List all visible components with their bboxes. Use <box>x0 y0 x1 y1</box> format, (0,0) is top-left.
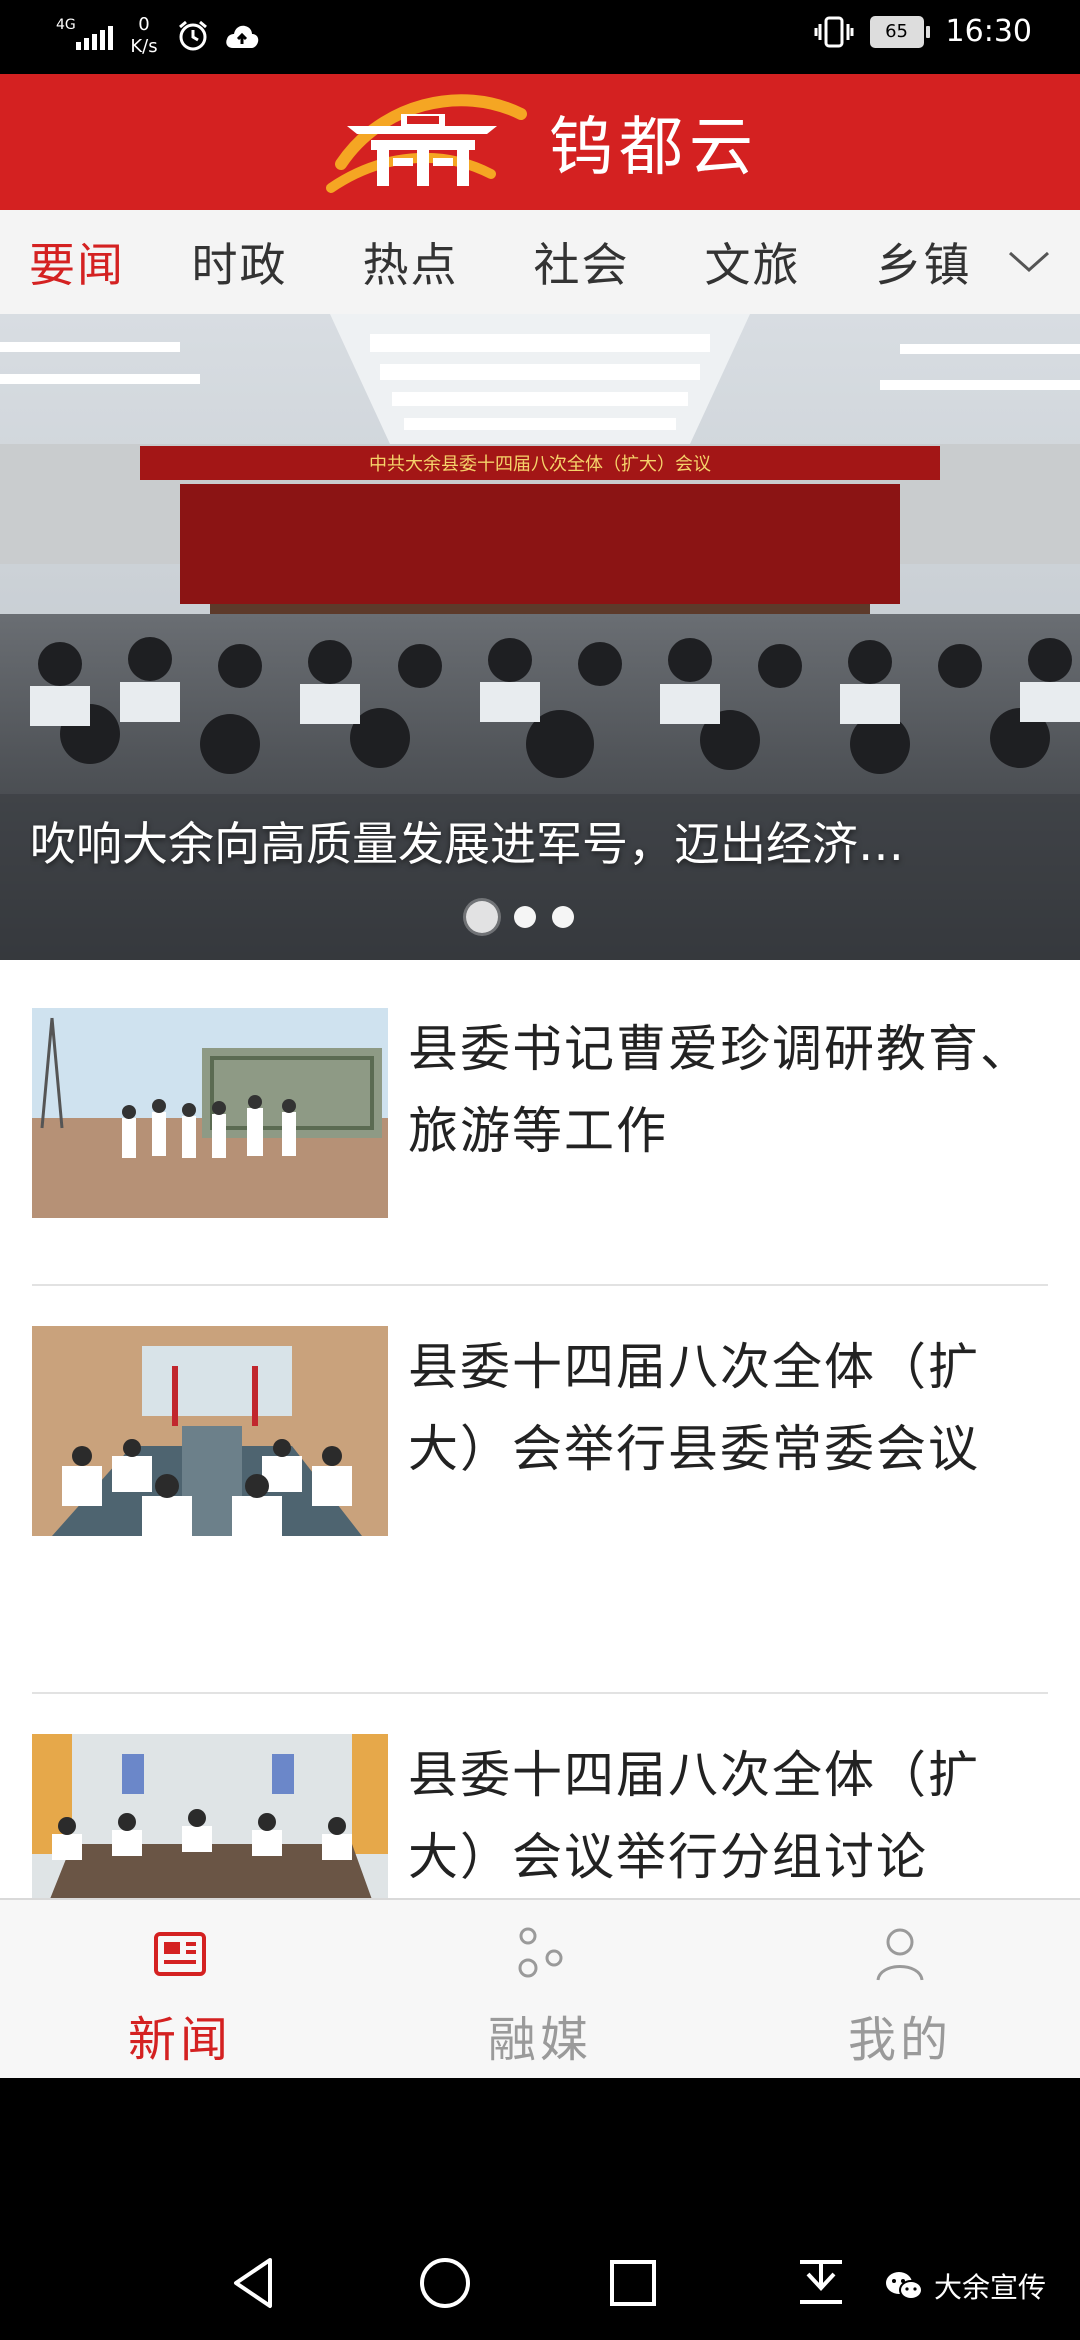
list-divider <box>32 1692 1048 1694</box>
category-tabs: 要闻 时政 热点 社会 文旅 乡镇 <box>0 210 1080 314</box>
news-icon <box>154 1932 206 1976</box>
watermark-text: 大余宣传 <box>933 2271 1046 2304</box>
news-thumbnail <box>32 1734 388 1898</box>
app-header: 钨都云 <box>0 74 1080 210</box>
nav-media[interactable]: 融媒 <box>360 1900 720 2080</box>
wechat-icon <box>885 2272 923 2300</box>
news-list: 县委书记曹爱珍调研教育、旅游等工作 县委十四届八次全体（扩大）会举行县委常委会议 <box>0 960 1080 1898</box>
news-title[interactable]: 县委十四届八次全体（扩大）会举行县委常委会议 <box>408 1326 1048 1490</box>
back-icon[interactable] <box>220 2248 290 2318</box>
banner-backdrop-text: 中共大余县委十四届八次全体（扩大）会议 <box>369 454 711 475</box>
banner-title[interactable]: 吹响大余向高质量发展进军号，迈出经济… <box>30 808 1070 874</box>
chevron-down-icon <box>1008 251 1050 273</box>
bottom-nav: 新闻 融媒 我的 <box>0 1898 1080 2080</box>
expand-tabs-button[interactable] <box>999 232 1059 292</box>
nav-label: 新闻 <box>127 2012 232 2068</box>
carousel-dot-active <box>466 901 498 933</box>
nav-news[interactable]: 新闻 <box>0 1900 360 2080</box>
network-type: 4G <box>56 17 76 33</box>
news-thumbnail <box>32 1008 388 1218</box>
watermark: 大余宣传 <box>884 2266 1046 2306</box>
news-title[interactable]: 县委书记曹爱珍调研教育、旅游等工作 <box>408 1008 1048 1172</box>
list-item[interactable]: 县委书记曹爱珍调研教育、旅游等工作 <box>32 1008 1048 1228</box>
tab-shehui[interactable]: 社会 <box>496 229 667 295</box>
list-divider <box>32 1284 1048 1286</box>
cellular-signal-icon: 4G <box>56 14 113 58</box>
vibrate-icon <box>814 16 854 47</box>
notification-pull-down-icon[interactable] <box>786 2248 856 2318</box>
news-title[interactable]: 县委十四届八次全体（扩大）会议举行分组讨论 <box>408 1734 1048 1898</box>
app-brand: 钨都云 <box>321 84 759 200</box>
nav-mine[interactable]: 我的 <box>720 1900 1080 2080</box>
home-icon[interactable] <box>410 2248 480 2318</box>
tab-xiangzhen[interactable]: 乡镇 <box>838 229 1009 295</box>
status-bar: 4G 0 K/s 65 16:30 <box>0 0 1080 74</box>
carousel-dot <box>514 906 536 928</box>
alarm-icon <box>179 20 207 51</box>
app-logo-icon <box>326 94 527 193</box>
carousel-indicator <box>466 901 574 933</box>
user-icon <box>876 1928 924 1981</box>
news-thumbnail <box>32 1326 388 1536</box>
cloud-upload-icon <box>226 25 259 48</box>
battery-indicator: 65 <box>869 15 930 48</box>
tab-wenlv[interactable]: 文旅 <box>667 229 838 295</box>
clock: 16:30 <box>945 14 1032 49</box>
banner-carousel[interactable]: 中共大余县委十四届八次全体（扩大）会议 吹响大余向高质量发展进军号，迈出经济… <box>0 314 1080 960</box>
carousel-dot <box>552 906 574 928</box>
list-item[interactable]: 县委十四届八次全体（扩大）会议举行分组讨论 <box>32 1734 1048 1898</box>
tab-yaowen[interactable]: 要闻 <box>0 229 154 295</box>
nav-label: 我的 <box>847 2012 952 2068</box>
app-name: 钨都云 <box>549 111 759 185</box>
list-item[interactable]: 县委十四届八次全体（扩大）会举行县委常委会议 <box>32 1326 1048 1626</box>
network-speed: 0 K/s <box>130 14 158 57</box>
tab-shizheng[interactable]: 时政 <box>154 229 325 295</box>
media-icon <box>518 1927 563 1978</box>
nav-label: 融媒 <box>487 2012 592 2068</box>
recents-icon[interactable] <box>598 2248 668 2318</box>
tab-redian[interactable]: 热点 <box>325 229 496 295</box>
